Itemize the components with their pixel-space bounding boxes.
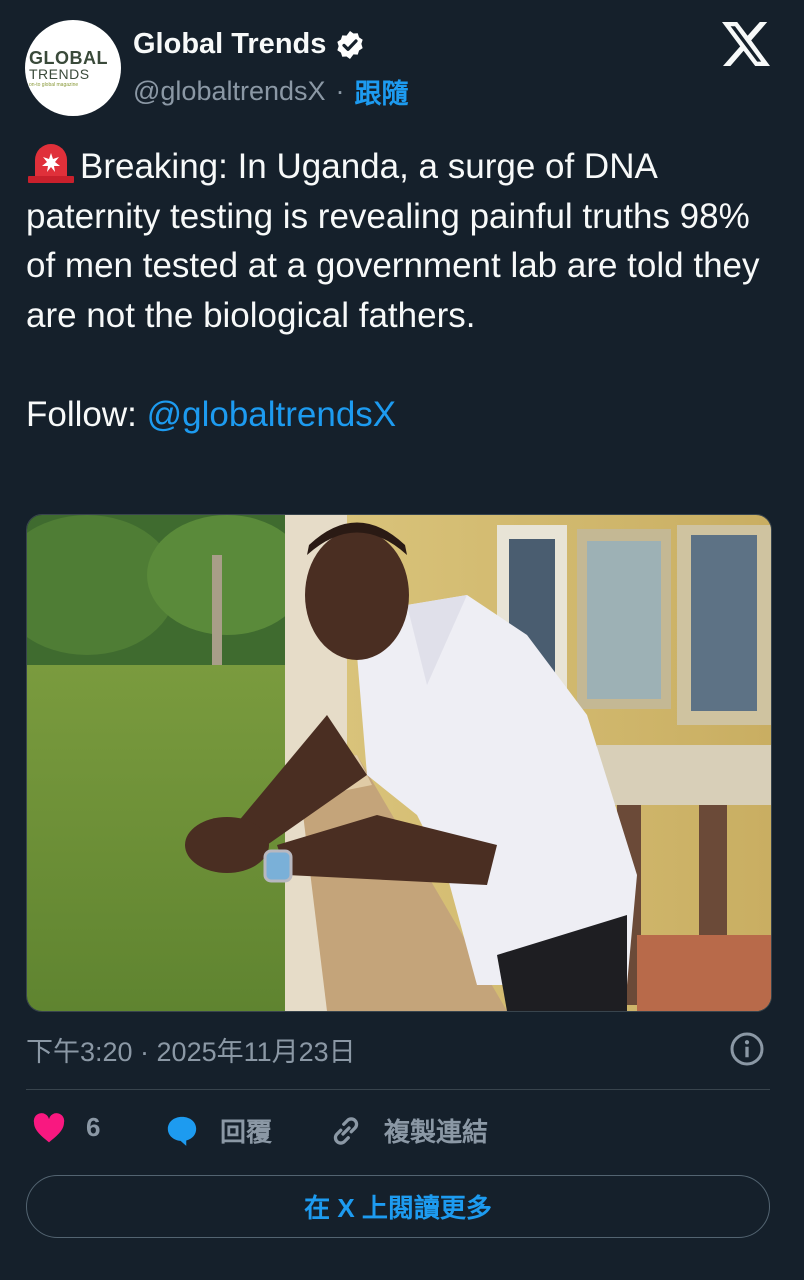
copy-link-button[interactable]: 複製連結 [328,1112,488,1149]
author-name-row: Global Trends [133,28,366,61]
tweet-card: GLOBAL TRENDS on-to global magazine Glob… [0,0,804,1280]
reply-bubble-icon [167,1116,197,1146]
divider [26,1089,770,1090]
separator-dot: · [335,76,345,106]
author-handle[interactable]: @globaltrendsX [133,76,326,107]
reply-button[interactable]: 回覆 [164,1112,272,1149]
reply-label: 回覆 [220,1117,273,1147]
avatar-logo-line2: TRENDS [29,65,90,82]
avatar-logo-tagline: on-to global magazine [29,81,79,88]
photo-man-leaning-on-railing [27,515,771,1011]
heart-icon [33,1112,65,1142]
tweet-text: Breaking: In Uganda, a surge of DNA pate… [26,142,766,439]
tweet-timestamp[interactable]: 下午3:20 · 2025年11月23日 [26,1030,356,1069]
tweet-photo[interactable] [26,514,772,1012]
x-logo-icon[interactable] [722,22,770,66]
read-more-label: 在 X 上閱讀更多 [304,1193,492,1223]
verified-badge-icon [337,30,364,59]
tweet-body: Breaking: In Uganda, a surge of DNA pate… [26,147,770,335]
like-button[interactable]: 6 [32,1112,100,1143]
copy-link-label: 複製連結 [384,1117,489,1147]
read-more-on-x-button[interactable]: 在 X 上閱讀更多 [26,1175,770,1238]
author-avatar[interactable]: GLOBAL TRENDS on-to global magazine [25,20,121,116]
follow-button[interactable]: 跟隨 [355,72,409,111]
like-count: 6 [86,1112,101,1142]
tweet-mention-link[interactable]: @globaltrendsX [147,395,397,434]
follow-prefix: Follow: [26,394,147,434]
author-handle-row: @globaltrendsX · 跟隨 [133,72,409,111]
rotating-light-emoji-icon [28,144,74,183]
info-icon[interactable] [729,1031,765,1067]
author-display-name[interactable]: Global Trends [133,28,326,61]
link-icon [333,1116,359,1145]
avatar-logo-line1: GLOBAL [29,47,108,68]
